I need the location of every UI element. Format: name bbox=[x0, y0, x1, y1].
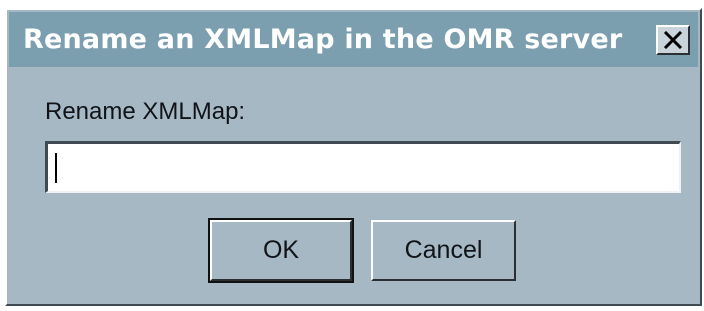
ok-button[interactable]: OK bbox=[208, 218, 354, 283]
dialog-title: Rename an XMLMap in the OMR server bbox=[23, 24, 623, 55]
rename-xmlmap-dialog: Rename an XMLMap in the OMR server Renam… bbox=[5, 8, 702, 306]
title-bar[interactable]: Rename an XMLMap in the OMR server bbox=[9, 12, 698, 67]
close-button[interactable] bbox=[656, 25, 690, 55]
cancel-button[interactable]: Cancel bbox=[371, 220, 516, 281]
text-caret bbox=[55, 153, 57, 183]
close-icon bbox=[663, 31, 683, 49]
rename-xmlmap-label: Rename XMLMap: bbox=[45, 98, 246, 125]
rename-xmlmap-input[interactable] bbox=[45, 141, 681, 193]
